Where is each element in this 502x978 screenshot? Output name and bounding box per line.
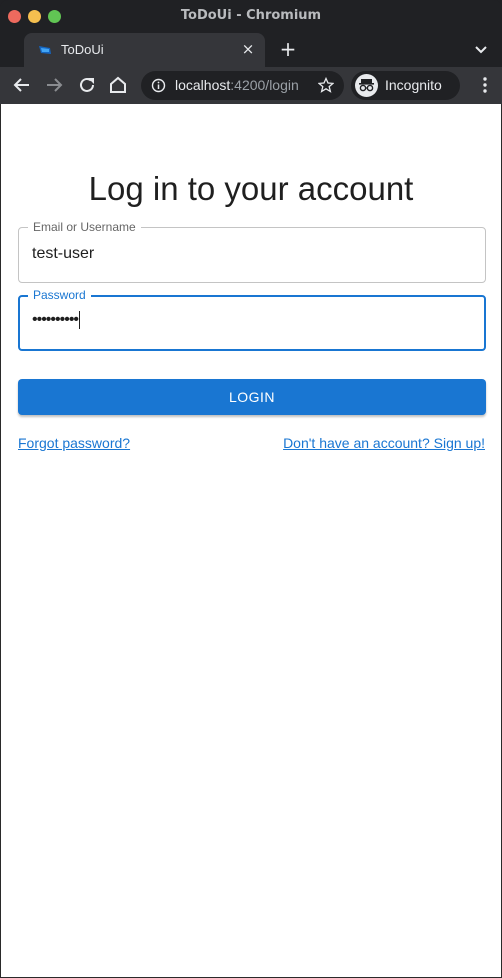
tab-title: ToDoUi xyxy=(61,42,104,57)
sign-up-link[interactable]: Don't have an account? Sign up! xyxy=(283,435,485,451)
password-input[interactable]: •••••••••• xyxy=(32,311,81,329)
address-bar[interactable]: localhost:4200/login xyxy=(141,71,344,100)
home-icon[interactable] xyxy=(106,73,130,97)
login-button[interactable]: LOGIN xyxy=(18,379,486,415)
tab-strip: ToDoUi × + xyxy=(0,33,502,67)
url-path: :4200/login xyxy=(230,77,299,93)
username-input[interactable]: test-user xyxy=(32,245,94,263)
chevron-down-icon[interactable] xyxy=(472,40,490,58)
window-title: ToDoUi - Chromium xyxy=(180,8,322,23)
password-field[interactable]: Password •••••••••• xyxy=(18,287,486,351)
url-host: localhost xyxy=(175,77,231,93)
page-title: Log in to your account xyxy=(88,170,414,207)
password-label: Password xyxy=(28,287,91,303)
back-arrow-icon[interactable] xyxy=(10,73,34,97)
forward-arrow-icon[interactable] xyxy=(42,73,66,97)
new-tab-button[interactable]: + xyxy=(276,37,300,61)
reload-icon[interactable] xyxy=(75,73,99,97)
more-menu-icon[interactable] xyxy=(482,75,488,95)
url-text: localhost:4200/login xyxy=(175,77,299,93)
page-content: Log in to your account Email or Username… xyxy=(0,104,502,978)
text-caret xyxy=(79,311,81,329)
username-label: Email or Username xyxy=(28,219,141,235)
browser-toolbar: localhost:4200/login Incognito xyxy=(0,67,502,104)
incognito-label: Incognito xyxy=(385,77,442,93)
password-mask: •••••••••• xyxy=(32,311,79,329)
info-icon[interactable] xyxy=(151,78,166,93)
username-field[interactable]: Email or Username test-user xyxy=(18,219,486,283)
tab-close-icon[interactable]: × xyxy=(239,40,257,58)
title-bar: ToDoUi - Chromium xyxy=(0,0,502,33)
incognito-badge[interactable]: Incognito xyxy=(351,71,460,100)
forgot-password-link[interactable]: Forgot password? xyxy=(18,435,130,451)
incognito-icon xyxy=(355,74,378,97)
tab-todoui[interactable]: ToDoUi × xyxy=(24,33,265,67)
favicon-icon xyxy=(39,46,51,54)
bookmark-star-icon[interactable] xyxy=(318,77,334,93)
browser-window: ToDoUi - Chromium ToDoUi × + localhost:4… xyxy=(0,0,502,978)
